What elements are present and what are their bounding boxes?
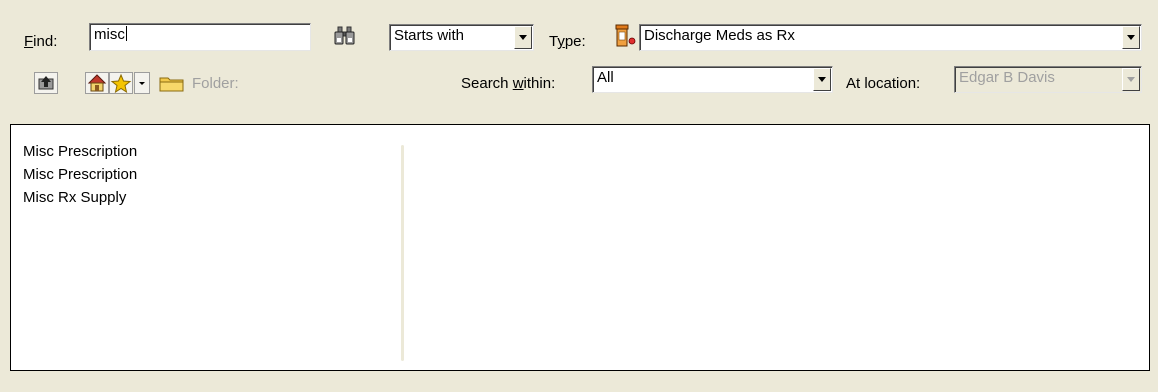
- chevron-down-icon[interactable]: [1122, 26, 1140, 49]
- folder-button[interactable]: [157, 72, 185, 94]
- folder-label: Folder:: [192, 75, 239, 92]
- binoculars-icon[interactable]: [334, 26, 356, 46]
- chevron-down-icon[interactable]: [813, 68, 831, 91]
- find-label: Find:: [24, 33, 58, 50]
- search-within-value: All: [597, 69, 614, 86]
- type-value: Discharge Meds as Rx: [644, 27, 795, 44]
- chevron-down-icon[interactable]: [514, 26, 532, 49]
- favorites-dropdown-button[interactable]: [134, 72, 150, 94]
- chevron-down-icon: [139, 82, 145, 85]
- folder-icon: [159, 77, 184, 92]
- at-location-label: At location:: [846, 75, 921, 92]
- up-folder-button[interactable]: [34, 72, 58, 94]
- at-location-select[interactable]: Edgar B Davis: [954, 66, 1142, 93]
- rx-bottle-icon: [614, 24, 636, 48]
- chevron-down-icon: [1122, 68, 1140, 91]
- list-item[interactable]: Misc Prescription: [23, 142, 137, 162]
- column-divider[interactable]: [401, 145, 404, 361]
- search-within-select[interactable]: All: [592, 66, 833, 93]
- find-input[interactable]: misc: [89, 23, 311, 51]
- favorites-button[interactable]: [109, 72, 133, 94]
- home-icon: [87, 74, 107, 92]
- type-select[interactable]: Discharge Meds as Rx: [639, 24, 1142, 51]
- match-mode-select[interactable]: Starts with: [389, 24, 534, 51]
- star-icon: [110, 73, 132, 93]
- search-within-label: Search within:: [461, 75, 556, 92]
- type-label: Type:: [549, 33, 586, 50]
- match-mode-value: Starts with: [394, 27, 465, 44]
- up-folder-icon: [38, 76, 54, 90]
- results-list[interactable]: Misc Prescription Misc Prescription Misc…: [10, 124, 1150, 371]
- find-input-value: misc: [94, 26, 125, 43]
- at-location-value: Edgar B Davis: [959, 69, 1055, 86]
- home-button[interactable]: [85, 72, 109, 94]
- list-item[interactable]: Misc Rx Supply: [23, 188, 126, 208]
- list-item[interactable]: Misc Prescription: [23, 165, 137, 185]
- text-caret: [125, 26, 127, 41]
